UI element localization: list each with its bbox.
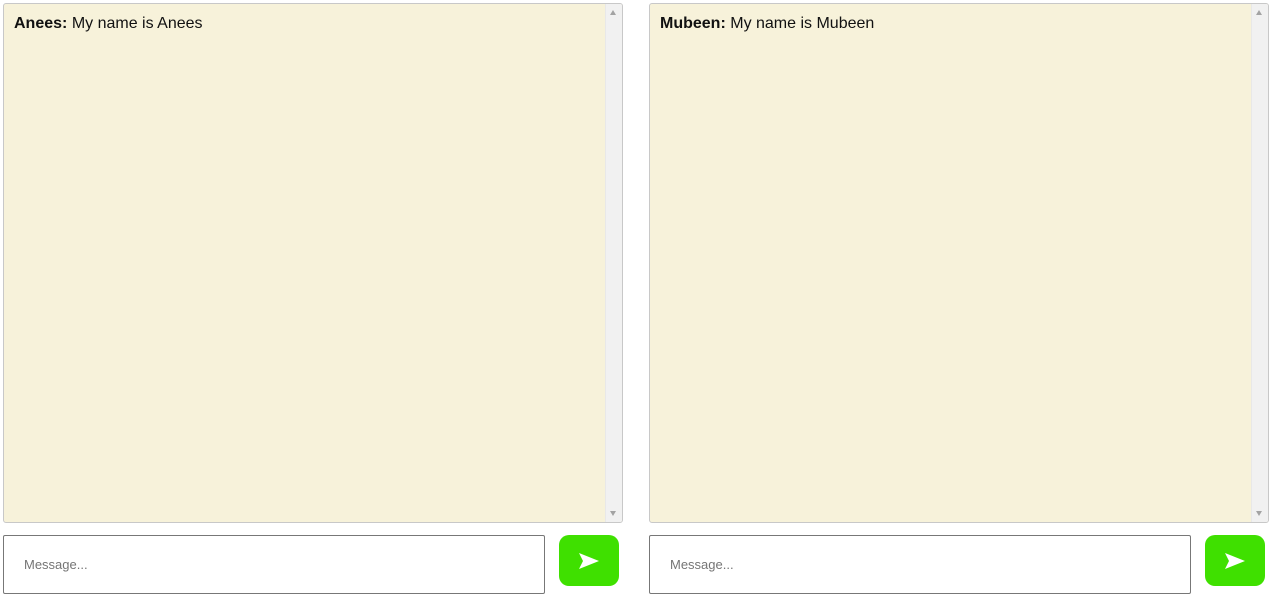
message-text: My name is Anees xyxy=(71,15,203,32)
message-sender: Mubeen: xyxy=(660,15,726,32)
message-list: Anees: My name is Anees xyxy=(14,14,602,33)
message-input[interactable] xyxy=(3,535,545,594)
chat-panel-mubeen: Mubeen: My name is Mubeen xyxy=(649,3,1271,594)
send-button[interactable] xyxy=(559,535,619,586)
chat-panel-anees: Anees: My name is Anees xyxy=(3,3,625,594)
message-input[interactable] xyxy=(649,535,1191,594)
scroll-down-arrow-icon[interactable] xyxy=(1256,511,1262,516)
vertical-scrollbar[interactable] xyxy=(1251,4,1268,522)
message-sender: Anees: xyxy=(14,15,68,32)
message-text: My name is Mubeen xyxy=(730,15,875,32)
send-button[interactable] xyxy=(1205,535,1265,586)
scroll-down-arrow-icon[interactable] xyxy=(610,511,616,516)
chat-message-area[interactable]: Mubeen: My name is Mubeen xyxy=(649,3,1269,523)
message-list: Mubeen: My name is Mubeen xyxy=(660,14,1248,33)
scroll-up-arrow-icon[interactable] xyxy=(610,10,616,15)
chat-message-area[interactable]: Anees: My name is Anees xyxy=(3,3,623,523)
message-composer xyxy=(3,535,625,595)
vertical-scrollbar[interactable] xyxy=(605,4,622,522)
send-arrow-icon xyxy=(579,553,599,569)
scroll-up-arrow-icon[interactable] xyxy=(1256,10,1262,15)
message-composer xyxy=(649,535,1271,595)
message-item: Anees: My name is Anees xyxy=(14,14,602,33)
message-item: Mubeen: My name is Mubeen xyxy=(660,14,1248,33)
send-arrow-icon xyxy=(1225,553,1245,569)
